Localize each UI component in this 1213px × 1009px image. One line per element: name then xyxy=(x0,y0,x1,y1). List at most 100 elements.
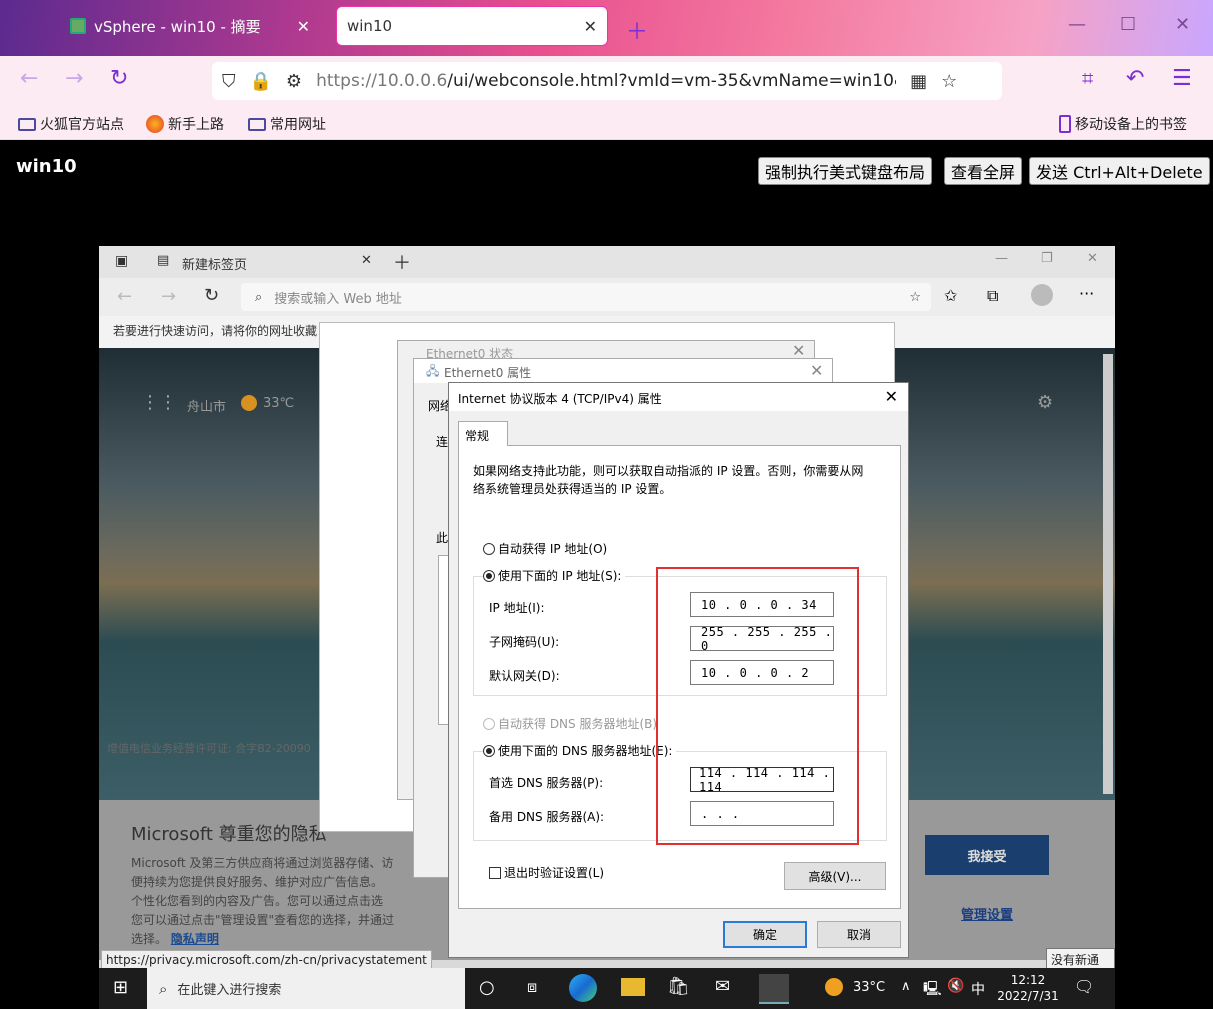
menu-icon[interactable]: ☰ xyxy=(1172,66,1192,91)
url-bar[interactable]: ⛉ 🔒 ⚙ https://10.0.0.6/ui/webconsole.htm… xyxy=(212,62,1002,100)
task-view-icon[interactable]: ⧈ xyxy=(527,977,537,997)
close-icon[interactable]: ✕ xyxy=(885,387,898,406)
tab-vsphere[interactable]: vSphere - win10 - 摘要 ✕ xyxy=(60,6,320,46)
clock-time: 12:12 xyxy=(1010,973,1046,987)
vm-screen[interactable]: ▣ ▤ 新建标签页 ✕ ＋ — ❐ ✕ ← → ↻ ⌕ 搜索或输入 Web 地址… xyxy=(99,246,1115,1009)
more-icon[interactable]: ··· xyxy=(1079,284,1094,303)
clock-date: 2022/7/31 xyxy=(997,989,1059,1003)
taskbar-temp[interactable]: 33°C xyxy=(853,980,885,995)
minimize-icon[interactable]: — xyxy=(995,251,1008,266)
bookmark-common-sites[interactable]: 常用网址 xyxy=(248,114,326,134)
close-icon[interactable]: ✕ xyxy=(584,17,597,36)
tab-general[interactable]: 常规 xyxy=(458,421,508,446)
bookmark-label: 火狐官方站点 xyxy=(40,117,124,133)
privacy-title: Microsoft 尊重您的隐私 xyxy=(131,824,327,845)
collections-icon[interactable]: ⧉ xyxy=(987,286,998,306)
connect-using-label: 连 xyxy=(436,435,449,449)
newtab-page-icon: ▤ xyxy=(157,253,170,268)
send-ctrl-alt-del-button[interactable]: 发送 Ctrl+Alt+Delete xyxy=(1029,157,1210,185)
cancel-button[interactable]: 取消 xyxy=(817,921,901,948)
network-connections-taskbar-icon[interactable] xyxy=(759,974,789,1004)
force-us-keyboard-button[interactable]: 强制执行美式键盘布局 xyxy=(758,157,933,185)
console-title: win10 xyxy=(16,156,77,177)
restore-icon[interactable]: ❐ xyxy=(1041,251,1053,266)
auto-ip-radio[interactable]: 自动获得 IP 地址(O) xyxy=(483,540,607,557)
show-hidden-icons-icon[interactable]: ∧ xyxy=(901,979,911,994)
accept-button[interactable]: 我接受 xyxy=(925,835,1049,875)
bookmark-label: 新手上路 xyxy=(168,117,224,133)
back-icon[interactable]: ← xyxy=(117,286,132,307)
new-tab-icon[interactable]: ＋ xyxy=(393,249,411,275)
bookmark-getting-started[interactable]: 新手上路 xyxy=(146,114,224,134)
manage-settings-link[interactable]: 管理设置 xyxy=(961,904,1013,923)
clock[interactable]: 12:12 2022/7/31 xyxy=(995,972,1061,1004)
forward-icon[interactable]: → xyxy=(65,66,83,91)
close-icon[interactable]: ✕ xyxy=(297,17,310,36)
undo-icon[interactable]: ↶ xyxy=(1126,66,1144,91)
file-explorer-icon[interactable] xyxy=(621,978,645,996)
taskbar-search-box[interactable]: ⌕ 在此键入进行搜索 xyxy=(147,968,465,1009)
crop-icon[interactable]: ⌗ xyxy=(1082,66,1093,90)
new-tab-icon[interactable]: ＋ xyxy=(626,14,648,46)
close-window-icon[interactable]: ✕ xyxy=(1175,14,1190,35)
shield-icon[interactable]: ⛉ xyxy=(222,71,236,92)
bookmarks-bar: 火狐官方站点 新手上路 常用网址 移动设备上的书签 xyxy=(0,106,1213,140)
refresh-icon[interactable]: ↻ xyxy=(204,285,219,306)
network-icon[interactable]: 🖳 xyxy=(923,978,942,1002)
fullscreen-button[interactable]: 查看全屏 xyxy=(944,157,1023,185)
sun-icon xyxy=(241,395,257,411)
edge-address-bar[interactable]: ⌕ 搜索或输入 Web 地址 ☆ xyxy=(241,283,931,311)
dialog-title: Internet 协议版本 4 (TCP/IPv4) 属性 xyxy=(458,392,662,406)
minimize-icon[interactable]: — xyxy=(1068,14,1086,35)
advanced-button[interactable]: 高级(V)... xyxy=(784,862,886,890)
privacy-line: Microsoft 及第三方供应商将通过浏览器存储、访 xyxy=(131,856,394,870)
bookmark-star-icon[interactable]: ☆ xyxy=(941,71,957,92)
bookmark-firefox-site[interactable]: 火狐官方站点 xyxy=(18,114,124,134)
store-icon[interactable]: 🛍 xyxy=(667,976,690,997)
scrollbar[interactable] xyxy=(1103,354,1113,794)
cortana-icon[interactable]: ○ xyxy=(479,977,495,998)
radio-indicator xyxy=(483,570,495,582)
qr-code-icon[interactable]: ▦ xyxy=(910,71,927,92)
radio-label: 自动获得 DNS 服务器地址(B) xyxy=(498,717,658,731)
profile-avatar[interactable] xyxy=(1031,284,1053,306)
back-icon[interactable]: ← xyxy=(20,66,38,91)
edge-tab-label[interactable]: 新建标签页 xyxy=(182,254,247,273)
close-window-icon[interactable]: ✕ xyxy=(1087,251,1098,266)
auto-dns-radio[interactable]: 自动获得 DNS 服务器地址(B) xyxy=(483,715,657,732)
tab-win10[interactable]: win10 ✕ xyxy=(336,6,608,46)
reload-icon[interactable]: ↻ xyxy=(110,66,128,91)
manual-ip-radio[interactable]: 使用下面的 IP 地址(S): xyxy=(483,567,626,584)
privacy-line: 个性化您看到的内容及广告。您可以通过点击选 xyxy=(131,894,384,908)
url-text[interactable]: https://10.0.0.6/ui/webconsole.html?vmId… xyxy=(316,71,896,91)
manual-dns-radio[interactable]: 使用下面的 DNS 服务器地址(E): xyxy=(483,742,677,759)
close-icon[interactable]: ✕ xyxy=(810,361,823,380)
default-gateway-label: 默认网关(D): xyxy=(489,669,560,683)
bookmark-mobile[interactable]: 移动设备上的书签 xyxy=(1059,114,1187,134)
bookmark-label: 移动设备上的书签 xyxy=(1075,117,1187,133)
apps-grid-icon[interactable]: ⋮⋮ xyxy=(141,392,177,413)
forward-icon[interactable]: → xyxy=(161,286,176,307)
ime-indicator[interactable]: 中 xyxy=(971,979,985,999)
add-favorite-icon[interactable]: ☆ xyxy=(909,290,921,305)
url-host: https://10.0.0.6 xyxy=(316,71,448,91)
highlight-box xyxy=(656,567,859,845)
favorites-icon[interactable]: ✩ xyxy=(944,286,957,305)
settings-gear-icon[interactable]: ⚙ xyxy=(1037,392,1053,413)
ok-button[interactable]: 确定 xyxy=(723,921,807,948)
permissions-icon[interactable]: ⚙ xyxy=(286,71,302,92)
start-icon[interactable]: ⊞ xyxy=(113,977,128,998)
privacy-statement-link[interactable]: 隐私声明 xyxy=(171,932,219,946)
weather-city: 舟山市 xyxy=(187,400,227,415)
volume-muted-icon[interactable]: 🔇 xyxy=(947,978,964,994)
close-icon[interactable]: ✕ xyxy=(361,253,372,268)
folder-icon xyxy=(18,117,36,131)
mail-icon[interactable]: ✉ xyxy=(715,976,730,997)
weather-sun-icon[interactable] xyxy=(825,978,843,996)
action-center-icon[interactable]: 🗨 xyxy=(1074,977,1094,996)
lock-warning-icon[interactable]: 🔒 xyxy=(250,71,272,92)
tab-actions-icon[interactable]: ▣ xyxy=(115,253,128,269)
validate-on-exit-checkbox[interactable]: 退出时验证设置(L) xyxy=(489,864,604,881)
maximize-icon[interactable]: ☐ xyxy=(1120,14,1136,35)
edge-icon[interactable] xyxy=(569,974,597,1002)
